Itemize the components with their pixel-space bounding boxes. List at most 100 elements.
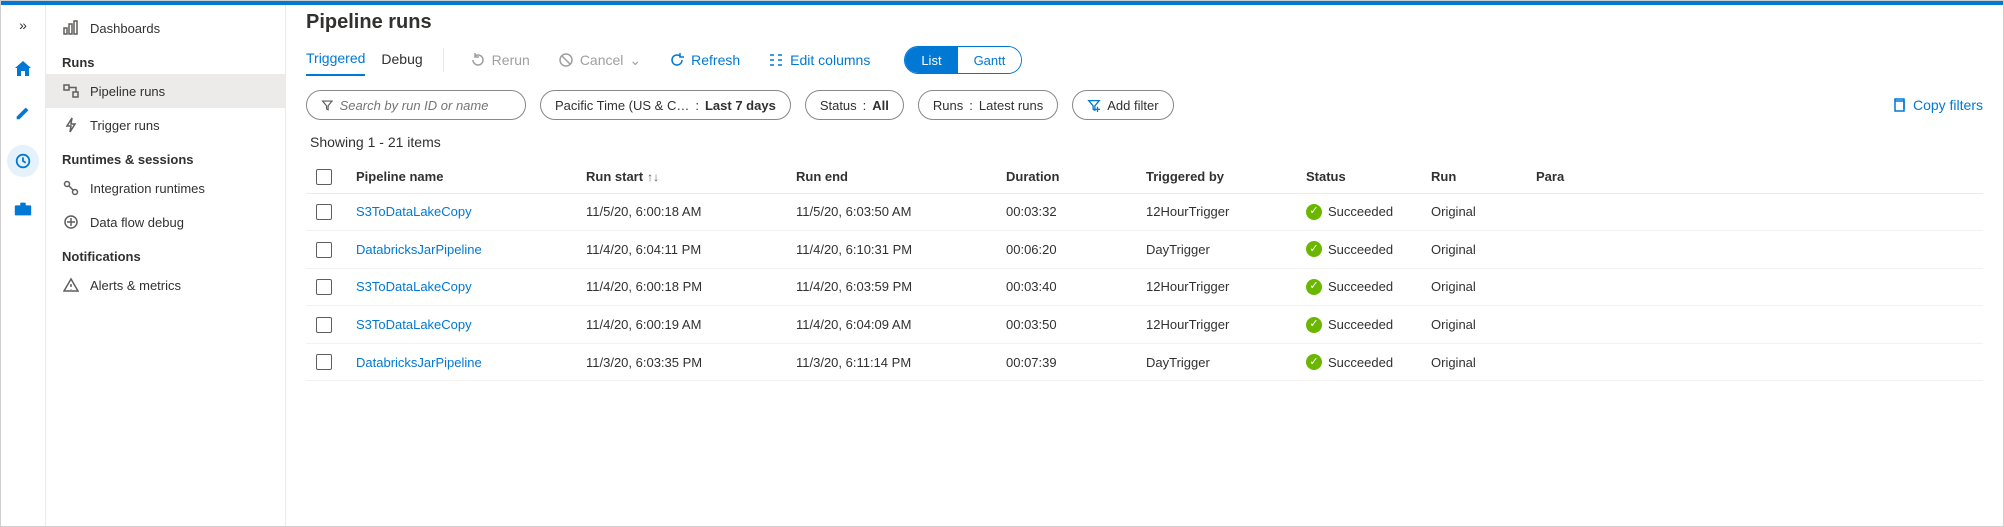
header-duration[interactable]: Duration [996, 160, 1136, 193]
pipeline-name-link[interactable]: DatabricksJarPipeline [356, 242, 482, 257]
header-run-end[interactable]: Run end [786, 160, 996, 193]
header-status[interactable]: Status [1296, 160, 1421, 193]
cell-run: Original [1421, 306, 1526, 344]
sidebar-label: Dashboards [90, 21, 160, 36]
pipeline-name-link[interactable]: DatabricksJarPipeline [356, 355, 482, 370]
sidebar-section-runtimes: Runtimes & sessions [46, 142, 285, 171]
filter-icon [321, 98, 334, 112]
cell-run-start: 11/4/20, 6:00:18 PM [576, 268, 786, 306]
cell-duration: 00:03:50 [996, 306, 1136, 344]
tab-triggered[interactable]: Triggered [306, 44, 365, 76]
status-filter[interactable]: Status : All [805, 90, 904, 120]
app-root: » Dashboards Runs Pipeline runs [0, 0, 2004, 527]
cell-status: ✓Succeeded [1306, 279, 1411, 295]
header-checkbox[interactable] [306, 160, 346, 193]
cell-duration: 00:03:40 [996, 268, 1136, 306]
tab-debug[interactable]: Debug [381, 45, 422, 75]
status-text: Succeeded [1328, 242, 1393, 257]
sidebar-label: Data flow debug [90, 215, 184, 230]
sidebar-item-alerts-metrics[interactable]: Alerts & metrics [46, 268, 285, 302]
pipeline-name-link[interactable]: S3ToDataLakeCopy [356, 317, 472, 332]
success-icon: ✓ [1306, 204, 1322, 220]
filters-row: Pacific Time (US & C… : Last 7 days Stat… [306, 76, 1983, 130]
cell-run-end: 11/4/20, 6:10:31 PM [786, 231, 996, 269]
view-gantt[interactable]: Gantt [958, 47, 1022, 73]
cancel-icon [558, 52, 574, 68]
success-icon: ✓ [1306, 279, 1322, 295]
copy-filters-label: Copy filters [1913, 97, 1983, 113]
success-icon: ✓ [1306, 354, 1322, 370]
header-run-start-label: Run start [586, 169, 643, 184]
divider [443, 48, 444, 72]
sidebar-item-pipeline-runs[interactable]: Pipeline runs [46, 74, 285, 108]
cell-parameters [1526, 193, 1983, 231]
add-filter-label: Add filter [1107, 98, 1158, 113]
trigger-icon [62, 116, 80, 134]
cancel-button[interactable]: Cancel ⌄ [552, 48, 647, 73]
time-filter[interactable]: Pacific Time (US & C… : Last 7 days [540, 90, 791, 120]
copy-icon [1891, 97, 1907, 113]
status-text: Succeeded [1328, 204, 1393, 219]
row-checkbox[interactable] [316, 204, 332, 220]
header-pipeline-name[interactable]: Pipeline name [346, 160, 576, 193]
cancel-label: Cancel [580, 52, 624, 68]
sidebar-item-integration-runtimes[interactable]: Integration runtimes [46, 171, 285, 205]
row-checkbox[interactable] [316, 242, 332, 258]
cell-status: ✓ Succeeded [1306, 241, 1411, 257]
sidebar-item-trigger-runs[interactable]: Trigger runs [46, 108, 285, 142]
refresh-button[interactable]: Refresh [663, 48, 746, 72]
header-triggered-by[interactable]: Triggered by [1136, 160, 1296, 193]
monitor-icon[interactable] [7, 145, 39, 177]
table-row: DatabricksJarPipeline11/3/20, 6:03:35 PM… [306, 343, 1983, 381]
cell-status: ✓Succeeded [1306, 317, 1411, 333]
status-text: Succeeded [1328, 355, 1393, 370]
manage-icon[interactable] [11, 197, 35, 221]
rerun-button[interactable]: Rerun [464, 48, 536, 72]
expand-rail-icon[interactable]: » [11, 13, 35, 37]
header-parameters[interactable]: Para [1526, 160, 1983, 193]
sidebar-item-dashboards[interactable]: Dashboards [46, 11, 285, 45]
cell-run-start: 11/5/20, 6:00:18 AM [576, 193, 786, 231]
runs-filter[interactable]: Runs : Latest runs [918, 90, 1058, 120]
copy-filters-button[interactable]: Copy filters [1891, 97, 1983, 113]
header-run-start[interactable]: Run start ↑↓ [576, 160, 786, 193]
success-icon: ✓ [1306, 241, 1322, 257]
cell-triggered-by: DayTrigger [1136, 343, 1296, 381]
icon-rail: » [1, 1, 46, 526]
pipeline-name-link[interactable]: S3ToDataLakeCopy [356, 204, 472, 219]
table-header-row: Pipeline name Run start ↑↓ Run end Durati… [306, 160, 1983, 193]
page-title: Pipeline runs [306, 11, 1983, 34]
home-icon[interactable] [11, 57, 35, 81]
row-checkbox[interactable] [316, 279, 332, 295]
pipeline-name-link[interactable]: S3ToDataLakeCopy [356, 279, 472, 294]
dashboard-icon [62, 19, 80, 37]
sidebar-section-runs: Runs [46, 45, 285, 74]
cell-parameters [1526, 343, 1983, 381]
row-checkbox[interactable] [316, 317, 332, 333]
edit-columns-button[interactable]: Edit columns [762, 48, 876, 72]
cell-run: Original [1421, 343, 1526, 381]
cell-run: Original [1421, 193, 1526, 231]
header-run[interactable]: Run [1421, 160, 1526, 193]
cell-triggered-by: 12HourTrigger [1136, 193, 1296, 231]
sort-icon: ↑↓ [647, 170, 659, 184]
search-filter[interactable] [306, 90, 526, 120]
row-checkbox[interactable] [316, 354, 332, 370]
runs-table: Pipeline name Run start ↑↓ Run end Durati… [306, 160, 1983, 381]
table-row: S3ToDataLakeCopy11/4/20, 6:00:19 AM11/4/… [306, 306, 1983, 344]
cell-status: ✓ Succeeded [1306, 354, 1411, 370]
add-filter-button[interactable]: Add filter [1072, 90, 1173, 120]
refresh-icon [669, 52, 685, 68]
author-icon[interactable] [11, 101, 35, 125]
checkbox-icon [316, 169, 332, 185]
search-input[interactable] [340, 98, 511, 113]
timezone-label: Pacific Time (US & C… [555, 98, 689, 113]
separator: : [863, 98, 867, 113]
view-toggle: List Gantt [904, 46, 1022, 74]
separator: : [969, 98, 973, 113]
cell-run-end: 11/4/20, 6:04:09 AM [786, 306, 996, 344]
sidebar-item-data-flow-debug[interactable]: Data flow debug [46, 205, 285, 239]
runs-label: Runs [933, 98, 963, 113]
results-summary: Showing 1 - 21 items [306, 130, 1983, 160]
view-list[interactable]: List [905, 47, 957, 73]
